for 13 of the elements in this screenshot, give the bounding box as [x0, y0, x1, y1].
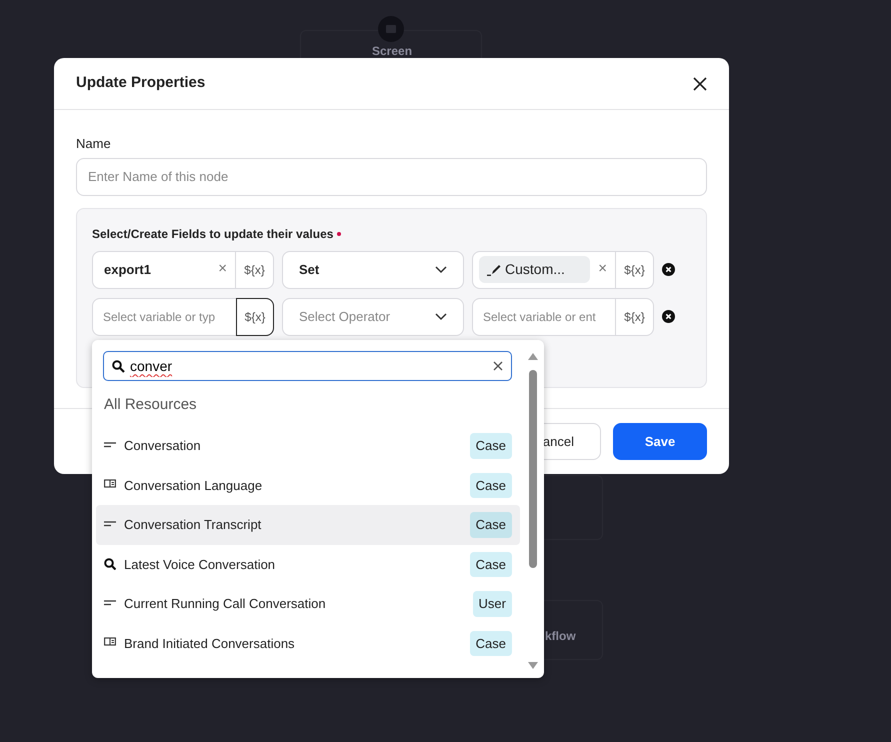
node-label: Screen — [372, 43, 412, 60]
type-tag: Case — [470, 512, 512, 538]
value-chip: Custom... — [479, 256, 590, 283]
panel-label: Select/Create Fields to update their values — [92, 226, 334, 242]
type-tag: Case — [470, 630, 512, 656]
field-label: Name — [76, 135, 112, 153]
type-tag: User — [472, 591, 512, 616]
type-tag: Case — [470, 472, 512, 498]
node-label: kflow — [545, 628, 576, 645]
type-tag: Case — [470, 552, 512, 577]
dialog-title: Update Properties — [76, 73, 206, 94]
type-tag: Case — [470, 433, 512, 458]
section-heading: All Resources — [104, 395, 197, 415]
